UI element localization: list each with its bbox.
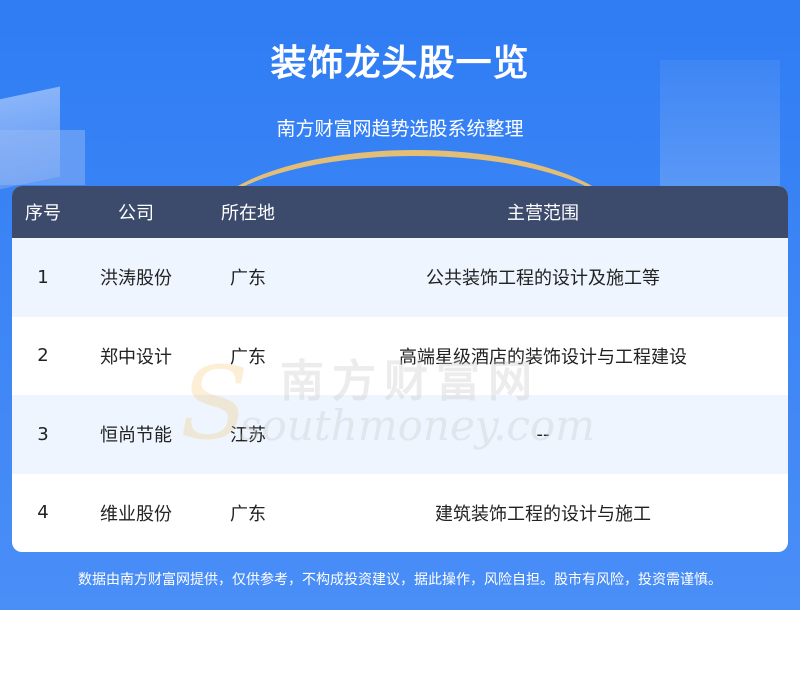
table-row: 4 维业股份 广东 建筑装饰工程的设计与施工: [12, 474, 788, 553]
cell-index: 3: [37, 423, 49, 445]
cell-company: 恒尚节能: [100, 425, 172, 447]
cell-company: 维业股份: [100, 503, 172, 525]
cell-company: 洪涛股份: [100, 268, 172, 290]
page-title: 装饰龙头股一览: [270, 43, 530, 84]
cell-index: 1: [37, 266, 49, 288]
cell-index: 2: [37, 345, 49, 367]
table-row: 3 恒尚节能 江苏 --: [12, 395, 788, 474]
cell-index: 4: [37, 502, 49, 524]
cell-location: 广东: [230, 346, 266, 368]
column-header-business: 主营范围: [507, 203, 579, 224]
table-header: 序号 公司 所在地 主营范围: [12, 186, 788, 238]
column-header-company: 公司: [118, 203, 154, 224]
column-header-index: 序号: [25, 203, 61, 224]
cell-location: 广东: [230, 268, 266, 290]
disclaimer-text: 数据由南方财富网提供，仅供参考，不构成投资建议，据此操作，风险自担。股市有风险，…: [78, 572, 722, 588]
table-row: 2 郑中设计 广东 高端星级酒店的装饰设计与工程建设: [12, 317, 788, 396]
table-row: 1 洪涛股份 广东 公共装饰工程的设计及施工等: [12, 238, 788, 317]
stock-table: 序号 公司 所在地 主营范围 1 洪涛股份 广东 公共装饰工程的设计及施工等 2…: [12, 186, 788, 552]
cell-location: 广东: [230, 503, 266, 525]
cell-company: 郑中设计: [100, 346, 172, 368]
page-subtitle: 南方财富网趋势选股系统整理: [276, 118, 524, 140]
column-header-location: 所在地: [221, 203, 275, 224]
cell-business: 建筑装饰工程的设计与施工: [435, 503, 651, 525]
cell-business: 高端星级酒店的装饰设计与工程建设: [399, 346, 687, 368]
cell-location: 江苏: [230, 425, 266, 447]
cell-business: --: [536, 423, 550, 445]
cell-business: 公共装饰工程的设计及施工等: [426, 268, 660, 290]
